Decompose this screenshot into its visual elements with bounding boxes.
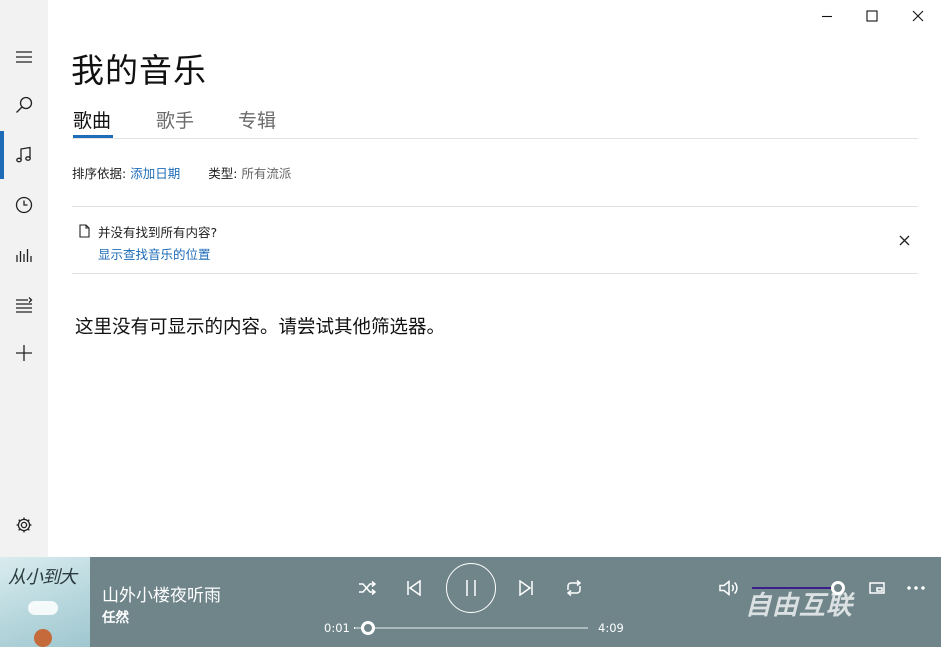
- notice-close-button[interactable]: [896, 232, 912, 248]
- seek-bar-fill: [354, 627, 355, 629]
- song-artist[interactable]: 任然: [102, 606, 129, 626]
- missing-content-notice: 并没有找到所有内容? 显示查找音乐的位置: [72, 206, 918, 274]
- tab-songs[interactable]: 歌曲: [73, 106, 111, 133]
- now-playing-bar: 从小到大 山外小楼夜听雨 任然 0:01 4:09 自由互联: [0, 557, 941, 647]
- repeat-button[interactable]: [562, 577, 586, 599]
- total-duration: 4:09: [598, 621, 624, 635]
- sidebar-item-recent[interactable]: [0, 181, 48, 229]
- album-art-cloud: [28, 601, 58, 615]
- clock-icon: [15, 196, 33, 214]
- search-icon: [16, 96, 33, 113]
- hamburger-icon: [16, 51, 32, 63]
- volume-button[interactable]: [716, 577, 742, 599]
- gear-icon: [16, 517, 32, 533]
- show-music-locations-link[interactable]: 显示查找音乐的位置: [98, 244, 211, 263]
- pause-button[interactable]: [446, 563, 496, 613]
- watermark-text: 自由互联: [745, 591, 854, 621]
- sidebar-item-my-music[interactable]: [0, 131, 48, 179]
- song-title[interactable]: 山外小楼夜听雨: [102, 581, 221, 606]
- album-art-lettering: 从小到大: [8, 567, 77, 588]
- more-options-button[interactable]: [904, 579, 928, 597]
- settings-button[interactable]: [0, 501, 48, 549]
- close-icon: [899, 235, 909, 245]
- minimize-button[interactable]: [804, 0, 850, 32]
- previous-icon: [407, 580, 421, 596]
- search-button[interactable]: [0, 81, 48, 129]
- close-icon: [912, 10, 924, 22]
- playlist-icon: [16, 297, 33, 313]
- genre-dropdown[interactable]: 所有流派: [241, 166, 291, 181]
- shuffle-button[interactable]: [355, 577, 379, 599]
- notice-question: 并没有找到所有内容?: [98, 225, 218, 240]
- repeat-icon: [566, 580, 582, 596]
- window-close-button[interactable]: [895, 0, 941, 32]
- maximize-button[interactable]: [849, 0, 895, 32]
- sidebar-item-playlists[interactable]: [0, 281, 48, 329]
- shuffle-icon: [359, 580, 376, 596]
- tab-divider: [72, 138, 918, 139]
- sort-dropdown[interactable]: 添加日期: [130, 166, 180, 181]
- empty-state-message: 这里没有可显示的内容。请尝试其他筛选器。: [75, 317, 446, 338]
- next-button[interactable]: [514, 577, 538, 599]
- maximize-icon: [866, 10, 878, 22]
- page-title: 我的音乐: [71, 51, 207, 90]
- plus-icon: [16, 345, 32, 361]
- next-icon: [519, 580, 533, 596]
- new-playlist-button[interactable]: [0, 329, 48, 377]
- tab-albums[interactable]: 专辑: [238, 106, 276, 133]
- sort-label: 排序依据:: [72, 166, 127, 181]
- equalizer-icon: [16, 249, 32, 262]
- seek-bar[interactable]: [354, 621, 588, 635]
- album-art-figure: [34, 629, 52, 647]
- elapsed-time: 0:01: [324, 621, 350, 635]
- mini-view-icon: [869, 582, 885, 594]
- seek-bar-thumb[interactable]: [360, 621, 375, 635]
- minimize-icon: [822, 15, 832, 18]
- sidebar: [0, 0, 48, 557]
- music-note-icon: [16, 146, 31, 163]
- filter-row: 排序依据: 添加日期 类型: 所有流派: [72, 163, 291, 182]
- document-icon: [79, 223, 90, 238]
- more-icon: [907, 586, 925, 590]
- mini-view-button[interactable]: [866, 579, 888, 597]
- volume-icon: [719, 580, 738, 596]
- previous-button[interactable]: [402, 577, 426, 599]
- sidebar-item-now-playing[interactable]: [0, 231, 48, 279]
- pause-icon: [466, 580, 476, 596]
- album-art[interactable]: 从小到大: [0, 557, 90, 647]
- hamburger-menu-button[interactable]: [0, 33, 48, 81]
- type-label: 类型:: [208, 166, 238, 181]
- tab-artists[interactable]: 歌手: [156, 106, 194, 133]
